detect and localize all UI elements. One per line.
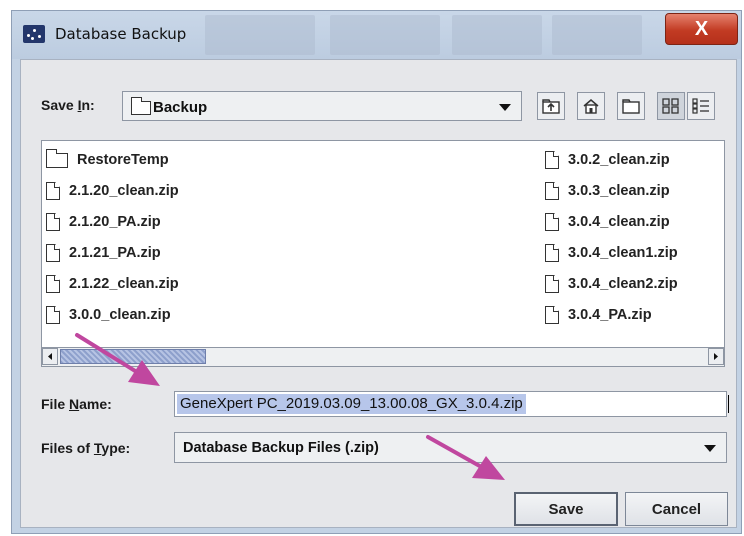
- file-item-label: 3.0.4_clean1.zip: [568, 245, 678, 261]
- text-caret: [728, 395, 729, 413]
- home-icon: [583, 99, 599, 114]
- list-view-button[interactable]: [657, 92, 685, 120]
- file-icon: [545, 244, 559, 262]
- file-icon: [46, 213, 60, 231]
- background-blur: [552, 15, 642, 55]
- file-item-label: 2.1.22_clean.zip: [69, 276, 179, 292]
- file-icon: [545, 151, 559, 169]
- cancel-button[interactable]: Cancel: [625, 492, 728, 526]
- arrow-right-icon: [714, 353, 718, 360]
- file-item-label: 3.0.4_clean.zip: [568, 214, 670, 230]
- new-folder-icon: [622, 99, 640, 114]
- new-folder-button[interactable]: [617, 92, 645, 120]
- arrow-left-icon: [48, 353, 52, 360]
- save-in-combobox[interactable]: Backup: [122, 91, 522, 121]
- save-in-value: Backup: [153, 99, 208, 116]
- file-icon: [46, 182, 60, 200]
- files-of-type-combobox[interactable]: Database Backup Files (.zip): [174, 432, 727, 463]
- close-icon: X: [694, 17, 709, 40]
- scrollbar-thumb[interactable]: [60, 349, 206, 364]
- file-item[interactable]: 3.0.3_clean.zip: [545, 179, 670, 203]
- details-view-icon: [692, 98, 709, 114]
- file-name-input[interactable]: GeneXpert PC_2019.03.09_13.00.08_GX_3.0.…: [174, 391, 729, 417]
- file-item[interactable]: 3.0.4_clean2.zip: [545, 272, 678, 296]
- background-blur: [330, 15, 440, 55]
- scroll-left-button[interactable]: [42, 348, 58, 365]
- up-folder-icon: [542, 99, 560, 114]
- list-view-icon: [662, 98, 679, 114]
- file-item[interactable]: 2.1.21_PA.zip: [46, 241, 161, 265]
- file-icon: [46, 306, 60, 324]
- background-blur: [205, 15, 315, 55]
- file-item-label: 3.0.3_clean.zip: [568, 183, 670, 199]
- scroll-right-button[interactable]: [708, 348, 724, 365]
- file-name-value: GeneXpert PC_2019.03.09_13.00.08_GX_3.0.…: [177, 394, 526, 414]
- files-of-type-value: Database Backup Files (.zip): [183, 440, 379, 456]
- file-item[interactable]: 3.0.0_clean.zip: [46, 303, 171, 327]
- file-item[interactable]: 2.1.20_clean.zip: [46, 179, 179, 203]
- window-title: Database Backup: [55, 25, 187, 43]
- file-list[interactable]: RestoreTemp 2.1.20_clean.zip 2.1.20_PA.zip…: [41, 140, 725, 367]
- file-item[interactable]: 2.1.22_clean.zip: [46, 272, 179, 296]
- app-icon: [23, 25, 45, 43]
- file-item[interactable]: 3.0.4_clean1.zip: [545, 241, 678, 265]
- file-item-label: 3.0.0_clean.zip: [69, 307, 171, 323]
- details-view-button[interactable]: [687, 92, 715, 120]
- save-button[interactable]: Save: [514, 492, 618, 526]
- file-icon: [46, 275, 60, 293]
- database-backup-dialog: Database Backup X Save In: Backup Restor…: [11, 10, 742, 534]
- file-item-label: 3.0.4_clean2.zip: [568, 276, 678, 292]
- file-icon: [545, 182, 559, 200]
- file-icon: [46, 244, 60, 262]
- file-item[interactable]: 3.0.2_clean.zip: [545, 148, 670, 172]
- folder-icon: [130, 97, 151, 115]
- save-in-label: Save In:: [41, 97, 95, 113]
- background-blur: [452, 15, 542, 55]
- file-item[interactable]: 2.1.20_PA.zip: [46, 210, 161, 234]
- title-bar[interactable]: Database Backup X: [12, 11, 741, 59]
- file-name-label: File Name:: [41, 396, 112, 412]
- file-item[interactable]: 3.0.4_clean.zip: [545, 210, 670, 234]
- home-button[interactable]: [577, 92, 605, 120]
- file-item-label: 2.1.20_clean.zip: [69, 183, 179, 199]
- horizontal-scrollbar[interactable]: [42, 347, 724, 366]
- folder-item[interactable]: RestoreTemp: [45, 148, 169, 172]
- file-item-label: 3.0.2_clean.zip: [568, 152, 670, 168]
- dialog-body: Save In: Backup RestoreTemp 2.1.20_clean.…: [20, 59, 737, 528]
- file-icon: [545, 306, 559, 324]
- chevron-down-icon: [499, 104, 511, 111]
- chevron-down-icon: [704, 445, 716, 452]
- folder-icon: [45, 148, 68, 168]
- file-item-label: 2.1.20_PA.zip: [69, 214, 161, 230]
- file-icon: [545, 275, 559, 293]
- file-item-label: 3.0.4_PA.zip: [568, 307, 652, 323]
- files-of-type-label: Files of Type:: [41, 440, 131, 456]
- file-item-label: 2.1.21_PA.zip: [69, 245, 161, 261]
- close-button[interactable]: X: [665, 13, 738, 45]
- up-folder-button[interactable]: [537, 92, 565, 120]
- file-icon: [545, 213, 559, 231]
- file-item-label: RestoreTemp: [77, 152, 169, 168]
- file-item[interactable]: 3.0.4_PA.zip: [545, 303, 652, 327]
